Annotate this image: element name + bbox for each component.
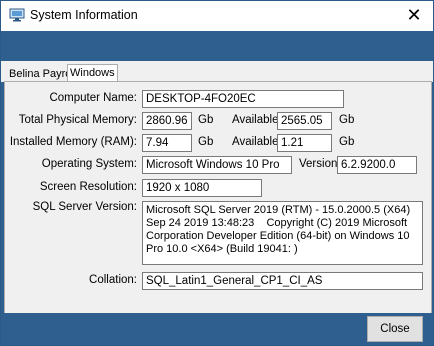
windows-tab-panel: Computer Name: DESKTOP-4FO20EC Total Phy… (4, 81, 432, 315)
available-physical-label: Available: (232, 114, 282, 126)
total-physical-memory-unit: Gb (198, 114, 214, 126)
sql-server-version-textarea[interactable]: Microsoft SQL Server 2019 (RTM) - 15.0.2… (142, 201, 423, 265)
total-physical-memory-field[interactable]: 2860.96 (142, 112, 192, 130)
available-ram-field[interactable]: 1.21 (277, 134, 332, 152)
computer-name-field[interactable]: DESKTOP-4FO20EC (142, 90, 344, 108)
screen-resolution-label: Screen Resolution: (39, 181, 137, 193)
close-button-label: Close (380, 323, 410, 335)
installed-memory-field[interactable]: 7.94 (142, 134, 192, 152)
collation-field[interactable]: SQL_Latin1_General_CP1_CI_AS (142, 272, 423, 290)
collation-label: Collation: (89, 274, 137, 286)
computer-icon (9, 8, 25, 22)
screen-resolution-field[interactable]: 1920 x 1080 (142, 179, 262, 197)
installed-memory-label: Installed Memory (RAM): (9, 136, 137, 148)
sql-server-version-label: SQL Server Version: (32, 201, 137, 213)
tab-strip: Belina Payroll Windows (1, 61, 433, 82)
title-bar: System Information ✕ (1, 1, 433, 31)
operating-system-label: Operating System: (41, 158, 137, 170)
computer-name-label: Computer Name: (49, 92, 137, 104)
available-physical-field[interactable]: 2565.05 (277, 112, 332, 130)
version-label: Version: (299, 158, 341, 170)
installed-memory-unit: Gb (198, 136, 214, 148)
close-button[interactable]: Close (367, 316, 423, 342)
tab-windows[interactable]: Windows (67, 64, 118, 81)
total-physical-memory-label: Total Physical Memory: (18, 114, 137, 126)
header-band (1, 31, 433, 61)
system-information-window: System Information ✕ Belina Payroll Wind… (0, 0, 434, 346)
version-field[interactable]: 6.2.9200.0 (337, 156, 417, 174)
available-ram-label: Available: (232, 136, 282, 148)
window-title: System Information (30, 8, 138, 22)
available-ram-unit: Gb (339, 136, 355, 148)
operating-system-field[interactable]: Microsoft Windows 10 Pro (142, 156, 292, 174)
close-window-icon[interactable]: ✕ (403, 4, 425, 26)
available-physical-unit: Gb (339, 114, 355, 126)
